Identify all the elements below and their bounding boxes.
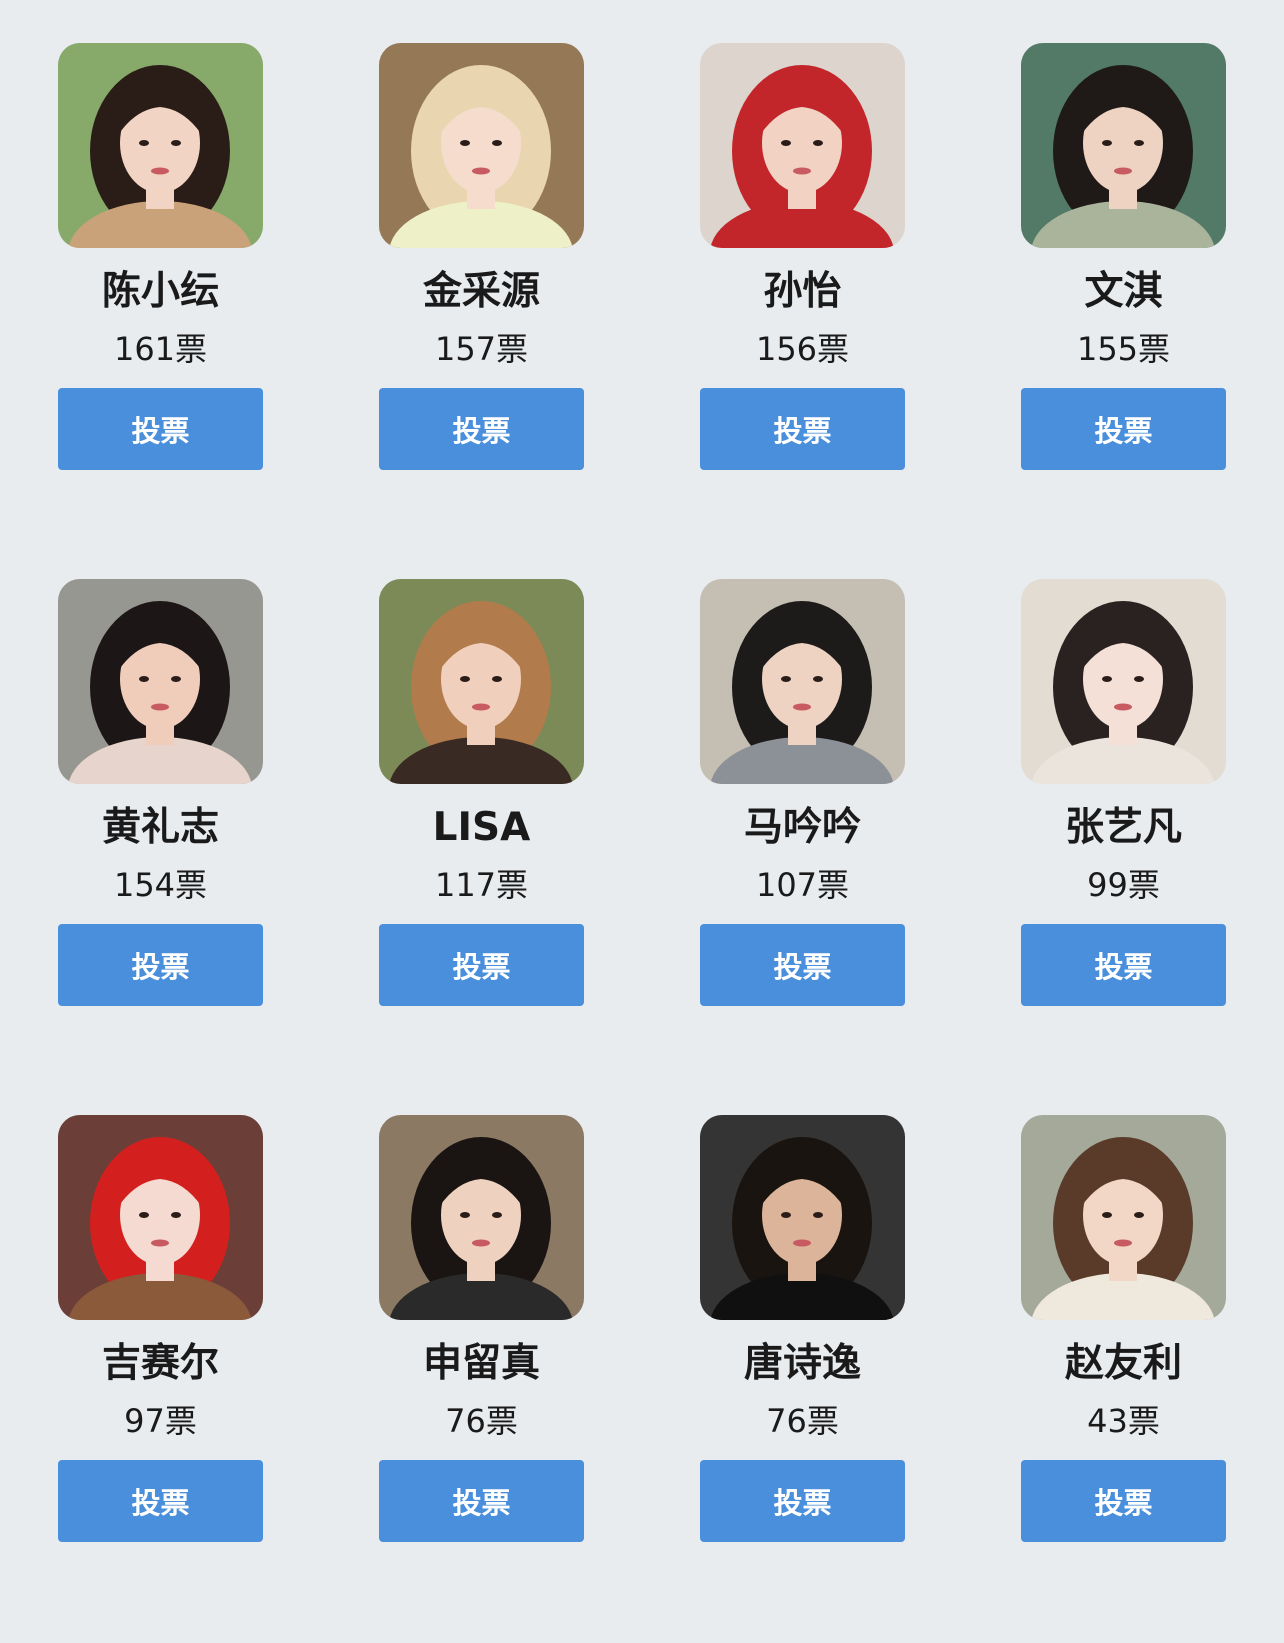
photo-car-interior	[700, 579, 905, 784]
photo-straw-hat-field	[58, 43, 263, 248]
vote-button[interactable]: 投票	[700, 924, 905, 1006]
photo-heart-hands	[58, 579, 263, 784]
candidate-card: 赵友利 43票投票	[1021, 1115, 1226, 1542]
candidate-card: 吉赛尔 97票投票	[58, 1115, 263, 1542]
vote-button[interactable]: 投票	[1021, 1460, 1226, 1542]
vote-count: 161票	[113, 330, 208, 368]
candidate-card: 孙怡 156票投票	[700, 43, 905, 470]
candidate-card: 陈小纭 161票投票	[58, 43, 263, 470]
vote-count: 76票	[445, 1402, 518, 1440]
candidate-name: 孙怡	[763, 269, 842, 314]
candidate-card: 金采源 157票投票	[379, 43, 584, 470]
vote-button[interactable]: 投票	[58, 388, 263, 470]
photo-brown-jacket	[379, 579, 584, 784]
candidate-card: LISA 117票投票	[379, 579, 584, 1006]
vote-button[interactable]: 投票	[58, 1460, 263, 1542]
vote-count: 117票	[434, 866, 529, 904]
candidate-card: 黄礼志 154票投票	[58, 579, 263, 1006]
photo-drink-outdoor	[1021, 1115, 1226, 1320]
photo-cafe-portrait	[379, 1115, 584, 1320]
vote-button[interactable]: 投票	[58, 924, 263, 1006]
photo-green-window	[1021, 43, 1226, 248]
vote-button[interactable]: 投票	[379, 1460, 584, 1542]
candidate-name: 唐诗逸	[743, 1341, 861, 1386]
photo-red-hair-smile	[700, 43, 905, 248]
photo-bamboo-blonde	[379, 43, 584, 248]
vote-count: 157票	[434, 330, 529, 368]
photo-red-hair-leopard	[58, 1115, 263, 1320]
candidate-name: 黄礼志	[101, 805, 219, 850]
vote-button[interactable]: 投票	[1021, 924, 1226, 1006]
vote-count: 155票	[1076, 330, 1171, 368]
vote-button[interactable]: 投票	[379, 388, 584, 470]
vote-count: 156票	[755, 330, 850, 368]
photo-night-pool	[700, 1115, 905, 1320]
candidate-name: 申留真	[422, 1341, 540, 1386]
candidate-name: 马吟吟	[743, 805, 861, 850]
vote-button[interactable]: 投票	[1021, 388, 1226, 470]
candidate-card: 唐诗逸 76票投票	[700, 1115, 905, 1542]
candidate-card: 文淇 155票投票	[1021, 43, 1226, 470]
candidate-card: 申留真 76票投票	[379, 1115, 584, 1542]
candidate-name: LISA	[432, 805, 531, 850]
candidate-name: 陈小纭	[101, 269, 219, 314]
candidate-name: 文淇	[1084, 269, 1163, 314]
vote-button[interactable]: 投票	[379, 924, 584, 1006]
vote-count: 154票	[113, 866, 208, 904]
vote-count: 97票	[124, 1402, 197, 1440]
vote-count: 43票	[1087, 1402, 1160, 1440]
vote-button[interactable]: 投票	[700, 1460, 905, 1542]
vote-count: 107票	[755, 866, 850, 904]
candidate-card: 张艺凡 99票投票	[1021, 579, 1226, 1006]
vote-count: 76票	[766, 1402, 839, 1440]
vote-count: 99票	[1087, 866, 1160, 904]
candidate-name: 金采源	[422, 269, 540, 314]
vote-button[interactable]: 投票	[700, 388, 905, 470]
candidate-name: 张艺凡	[1064, 805, 1182, 850]
candidate-card: 马吟吟 107票投票	[700, 579, 905, 1006]
candidate-name: 赵友利	[1064, 1341, 1182, 1386]
candidate-grid: 陈小纭 161票 投票 金采源 157票 投票 孙怡 156票 投票 文淇 155票 投票 黄礼志 154…	[58, 43, 1226, 1542]
photo-light-portrait	[1021, 579, 1226, 784]
candidate-name: 吉赛尔	[101, 1341, 219, 1386]
